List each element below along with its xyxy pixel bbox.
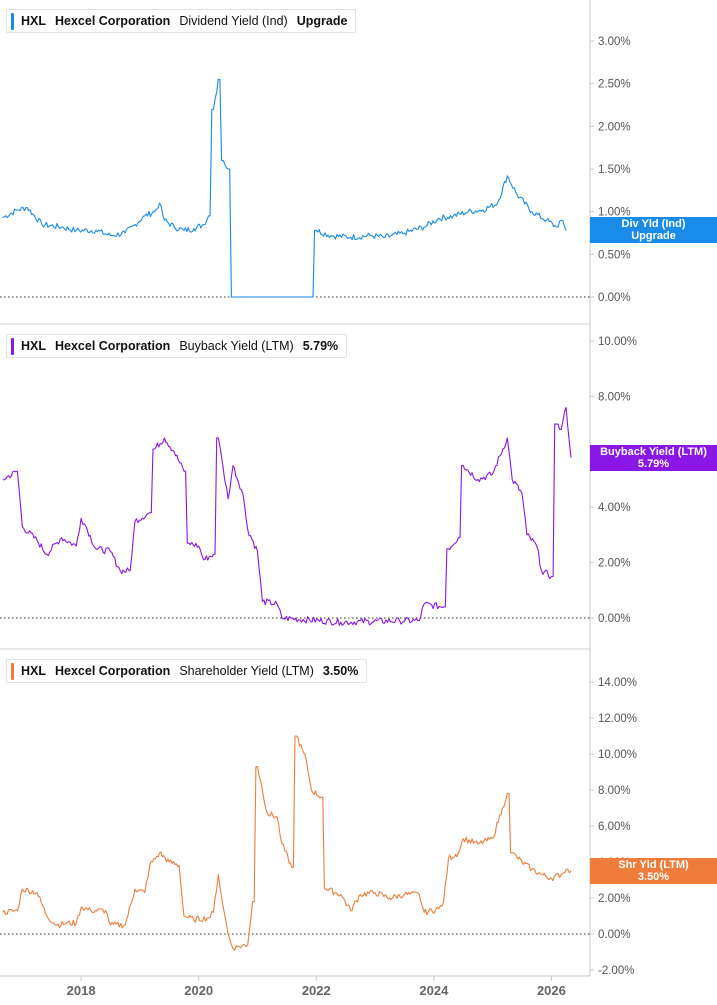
legend-ticker: HXL [21, 14, 46, 28]
legend-dividend-yield[interactable]: HXL Hexcel Corporation Dividend Yield (I… [6, 9, 357, 33]
y-tick-label: 1.50% [598, 164, 631, 176]
legend-metric-name: Dividend Yield (Ind) [179, 14, 288, 28]
y-tick-label: -2.00% [598, 965, 634, 977]
legend-metric-name: Buyback Yield (LTM) [179, 339, 294, 353]
y-tick-label: 14.00% [598, 677, 637, 689]
legend-metric-value: 5.79% [302, 339, 339, 353]
legend-metric-name: Shareholder Yield (LTM) [179, 664, 314, 678]
y-tick-label: 0.00% [598, 613, 631, 625]
x-tick-label: 2024 [419, 983, 449, 998]
buyback-series-line [2, 406, 572, 626]
y-tick-label: 10.00% [598, 336, 637, 348]
badge-label: Shr Yld (LTM) [618, 859, 689, 871]
shareholder-series-line [2, 735, 572, 952]
shareholder-color-swatch [11, 663, 14, 680]
y-tick-label: 0.00% [598, 929, 631, 941]
legend-ticker: HXL [21, 339, 46, 353]
chart-canvas: 3.00%2.50%2.00%1.50%1.00%0.50%0.00%10.00… [0, 0, 637, 998]
y-tick-label: 2.00% [598, 121, 631, 133]
x-tick-label: 2018 [67, 983, 96, 998]
legend-company: Hexcel Corporation [55, 339, 171, 353]
legend-buyback-yield[interactable]: HXL Hexcel Corporation Buyback Yield (LT… [6, 334, 348, 358]
badge-value: 5.79% [637, 458, 670, 470]
badge-value: 3.50% [637, 871, 670, 883]
legend-ticker: HXL [21, 664, 46, 678]
legend-shareholder-yield[interactable]: HXL Hexcel Corporation Shareholder Yield… [6, 659, 368, 683]
badge-label: Buyback Yield (LTM) [600, 446, 707, 458]
y-tick-label: 2.00% [598, 893, 631, 905]
shareholder-current-badge: Shr Yld (LTM) 3.50% [590, 858, 717, 884]
y-tick-label: 12.00% [598, 713, 637, 725]
y-tick-label: 2.00% [598, 558, 631, 570]
badge-label: Div Yld (Ind) [621, 218, 686, 230]
legend-metric-value: 3.50% [322, 664, 359, 678]
buyback-current-badge: Buyback Yield (LTM) 5.79% [590, 445, 717, 471]
y-tick-label: 4.00% [598, 502, 631, 514]
legend-metric-value[interactable]: Upgrade [297, 14, 348, 28]
y-tick-label: 0.00% [598, 292, 631, 304]
y-tick-label: 0.50% [598, 249, 631, 261]
dividend-series-line [2, 78, 567, 298]
y-tick-label: 6.00% [598, 821, 631, 833]
dividend-current-badge: Div Yld (Ind) Upgrade [590, 217, 717, 243]
x-tick-label: 2020 [184, 983, 213, 998]
y-tick-label: 3.00% [598, 36, 631, 48]
x-tick-label: 2026 [537, 983, 566, 998]
y-tick-label: 8.00% [598, 391, 631, 403]
badge-value: Upgrade [631, 230, 676, 242]
y-tick-label: 10.00% [598, 749, 637, 761]
y-tick-label: 8.00% [598, 785, 631, 797]
y-tick-label: 2.50% [598, 79, 631, 91]
x-tick-label: 2022 [302, 983, 331, 998]
buyback-color-swatch [11, 338, 14, 355]
legend-company: Hexcel Corporation [55, 14, 171, 28]
legend-company: Hexcel Corporation [55, 664, 171, 678]
dividend-color-swatch [11, 13, 14, 30]
